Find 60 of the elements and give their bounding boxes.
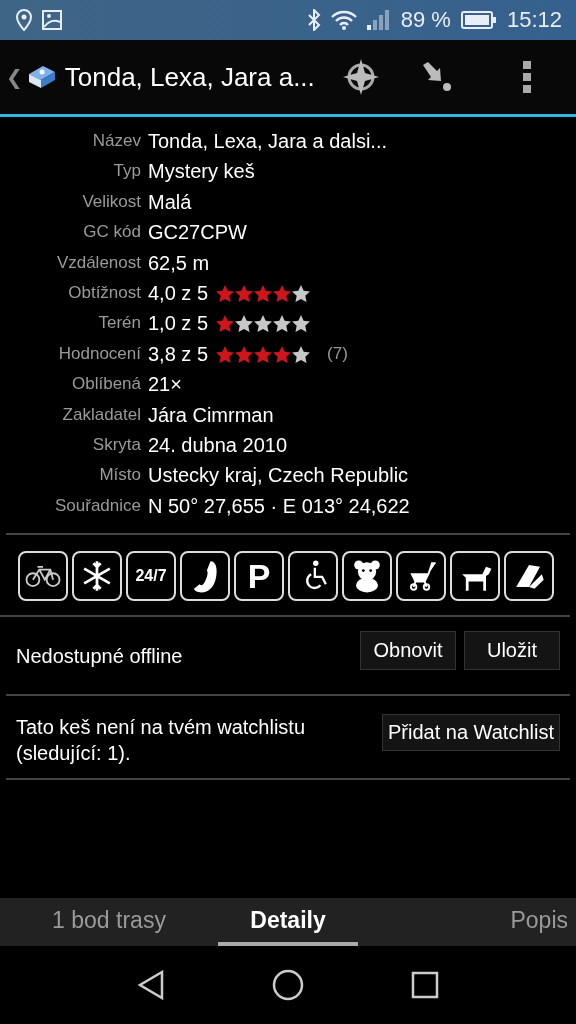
field-label: Název (91, 130, 141, 152)
field-value: 21× (148, 372, 182, 398)
tab[interactable]: Detaily (218, 898, 358, 946)
field-value: Tonda, Lexa, Jara a dalsi... (148, 129, 388, 154)
tab[interactable]: Popis (358, 898, 576, 946)
tab[interactable]: 1 bod trasy (0, 898, 218, 946)
watchlist-status: Tato keš není na tvém watchlistu (sledující: 1). (16, 715, 307, 767)
location-pin-icon (16, 9, 32, 31)
field-label: Terén (97, 312, 141, 335)
battery-icon (460, 11, 497, 29)
field-label: Souřadnice (54, 494, 141, 517)
menu-icon[interactable] (523, 61, 531, 93)
field-value: Jára Cimrman (148, 402, 274, 428)
attribute-badge: 24/7 (126, 551, 176, 602)
phone-icon (180, 551, 230, 602)
wifi-icon (330, 10, 357, 30)
add-watchlist-button[interactable]: Přidat na Watchlist (382, 714, 560, 752)
field-label: Zakladatel (61, 403, 141, 426)
cache-title: Tonda, Lexa, Jara a... (64, 61, 316, 93)
image-icon (42, 10, 62, 30)
cache-box-icon (26, 64, 57, 90)
field-label: Místo (98, 464, 141, 487)
field-label: Hodnocení (57, 342, 141, 365)
field-value: 3,8 z 5 (148, 341, 209, 367)
compass-icon[interactable] (343, 59, 379, 95)
back-nav-icon[interactable] (137, 970, 165, 1000)
field-value: Mystery keš (148, 159, 255, 185)
bicycle-icon (18, 551, 68, 602)
signal-icon (366, 10, 391, 30)
rating-count: (7) (327, 342, 348, 365)
field-value: 24. dubna 2010 (148, 433, 288, 459)
action-button[interactable]: Uložit (464, 631, 560, 671)
attribute-badge: P (234, 551, 284, 602)
action-button[interactable]: Obnovit (360, 631, 456, 671)
field-label: Velikost (81, 190, 141, 213)
navigate-arrow-icon[interactable] (422, 62, 452, 92)
field-label: Vzdálenost (55, 251, 141, 274)
stroller-icon (396, 551, 446, 602)
field-value: GC27CPW (148, 220, 247, 246)
field-value: N 50° 27,655 · E 013° 24,622 (148, 493, 410, 519)
field-label: Oblíbená (71, 373, 141, 396)
back-button[interactable]: ❮ (6, 65, 23, 89)
field-value: Ustecky kraj, Czech Republic (148, 463, 409, 489)
clock-time: 15:12 (506, 7, 562, 33)
home-nav-icon[interactable] (272, 969, 304, 1001)
field-label: Typ (112, 160, 141, 183)
field-value: 62,5 m (148, 250, 210, 276)
bluetooth-icon (306, 9, 321, 31)
field-value: 1,0 z 5 (148, 311, 209, 337)
offline-status: Nedostupné offline (16, 644, 184, 669)
battery-percent: 89 % (400, 7, 451, 33)
field-value: Malá (148, 189, 192, 215)
field-label: GC kód (82, 221, 141, 244)
recents-nav-icon[interactable] (411, 971, 439, 999)
teddy-bear-icon (342, 551, 392, 602)
field-value: 4,0 z 5 (148, 281, 209, 307)
snowflake-icon (72, 551, 122, 602)
field-label: Obtížnost (67, 282, 141, 305)
field-label: Skryta (91, 434, 141, 457)
wheelchair-icon (288, 551, 338, 602)
